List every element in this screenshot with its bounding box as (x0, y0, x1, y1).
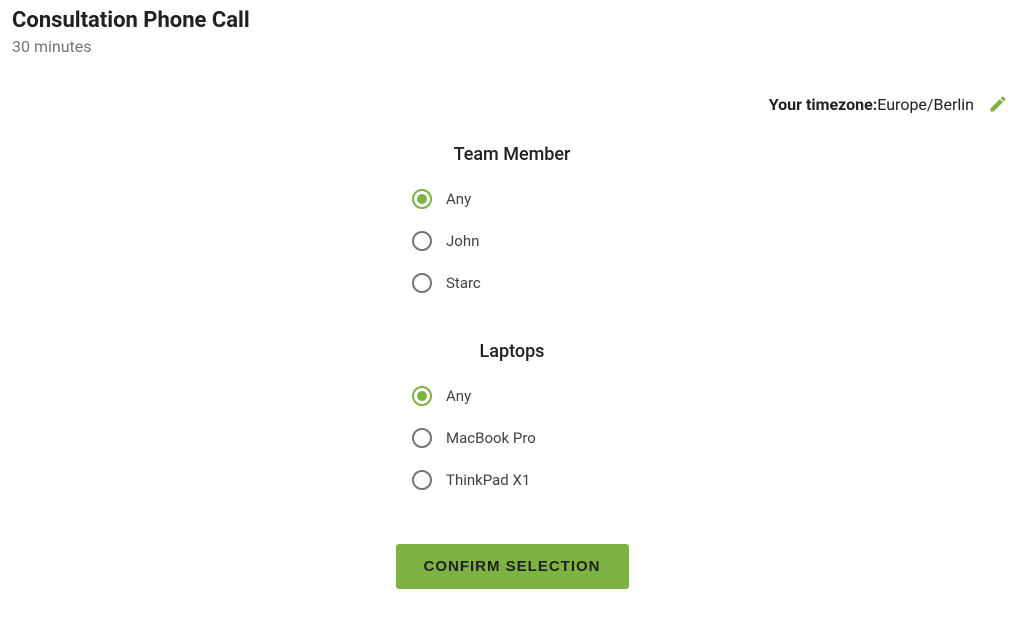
radio-item-starc[interactable]: Starc (412, 273, 612, 293)
group-heading-laptops: Laptops (412, 341, 612, 362)
radio-item-thinkpad-x1[interactable]: ThinkPad X1 (412, 470, 612, 490)
laptops-group: Laptops Any MacBook Pro ThinkPad X1 (412, 341, 612, 490)
timezone-value: Europe/Berlin (877, 95, 974, 114)
radio-button-icon (412, 231, 432, 251)
radio-label: MacBook Pro (446, 429, 536, 447)
radio-item-any[interactable]: Any (412, 386, 612, 406)
radio-button-icon (412, 428, 432, 448)
radio-label: Any (446, 387, 471, 405)
confirm-selection-button[interactable]: CONFIRM SELECTION (396, 544, 629, 589)
radio-item-john[interactable]: John (412, 231, 612, 251)
team-member-group: Team Member Any John Starc (412, 144, 612, 293)
timezone-row: Your timezone: Europe/Berlin (12, 94, 1012, 114)
radio-button-icon (412, 386, 432, 406)
radio-label: Starc (446, 274, 481, 292)
team-member-radio-list: Any John Starc (412, 189, 612, 293)
radio-item-macbook-pro[interactable]: MacBook Pro (412, 428, 612, 448)
content-area: Team Member Any John Starc Laptops Any (12, 144, 1012, 589)
radio-button-icon (412, 189, 432, 209)
pencil-icon[interactable] (988, 94, 1008, 114)
radio-button-icon (412, 470, 432, 490)
radio-item-any[interactable]: Any (412, 189, 612, 209)
radio-label: ThinkPad X1 (446, 471, 530, 489)
radio-label: John (446, 232, 479, 250)
group-heading-team-member: Team Member (412, 144, 612, 165)
page-title: Consultation Phone Call (12, 8, 1012, 33)
radio-label: Any (446, 190, 471, 208)
laptops-radio-list: Any MacBook Pro ThinkPad X1 (412, 386, 612, 490)
duration-text: 30 minutes (12, 37, 1012, 56)
timezone-label: Your timezone: (769, 95, 878, 114)
radio-button-icon (412, 273, 432, 293)
